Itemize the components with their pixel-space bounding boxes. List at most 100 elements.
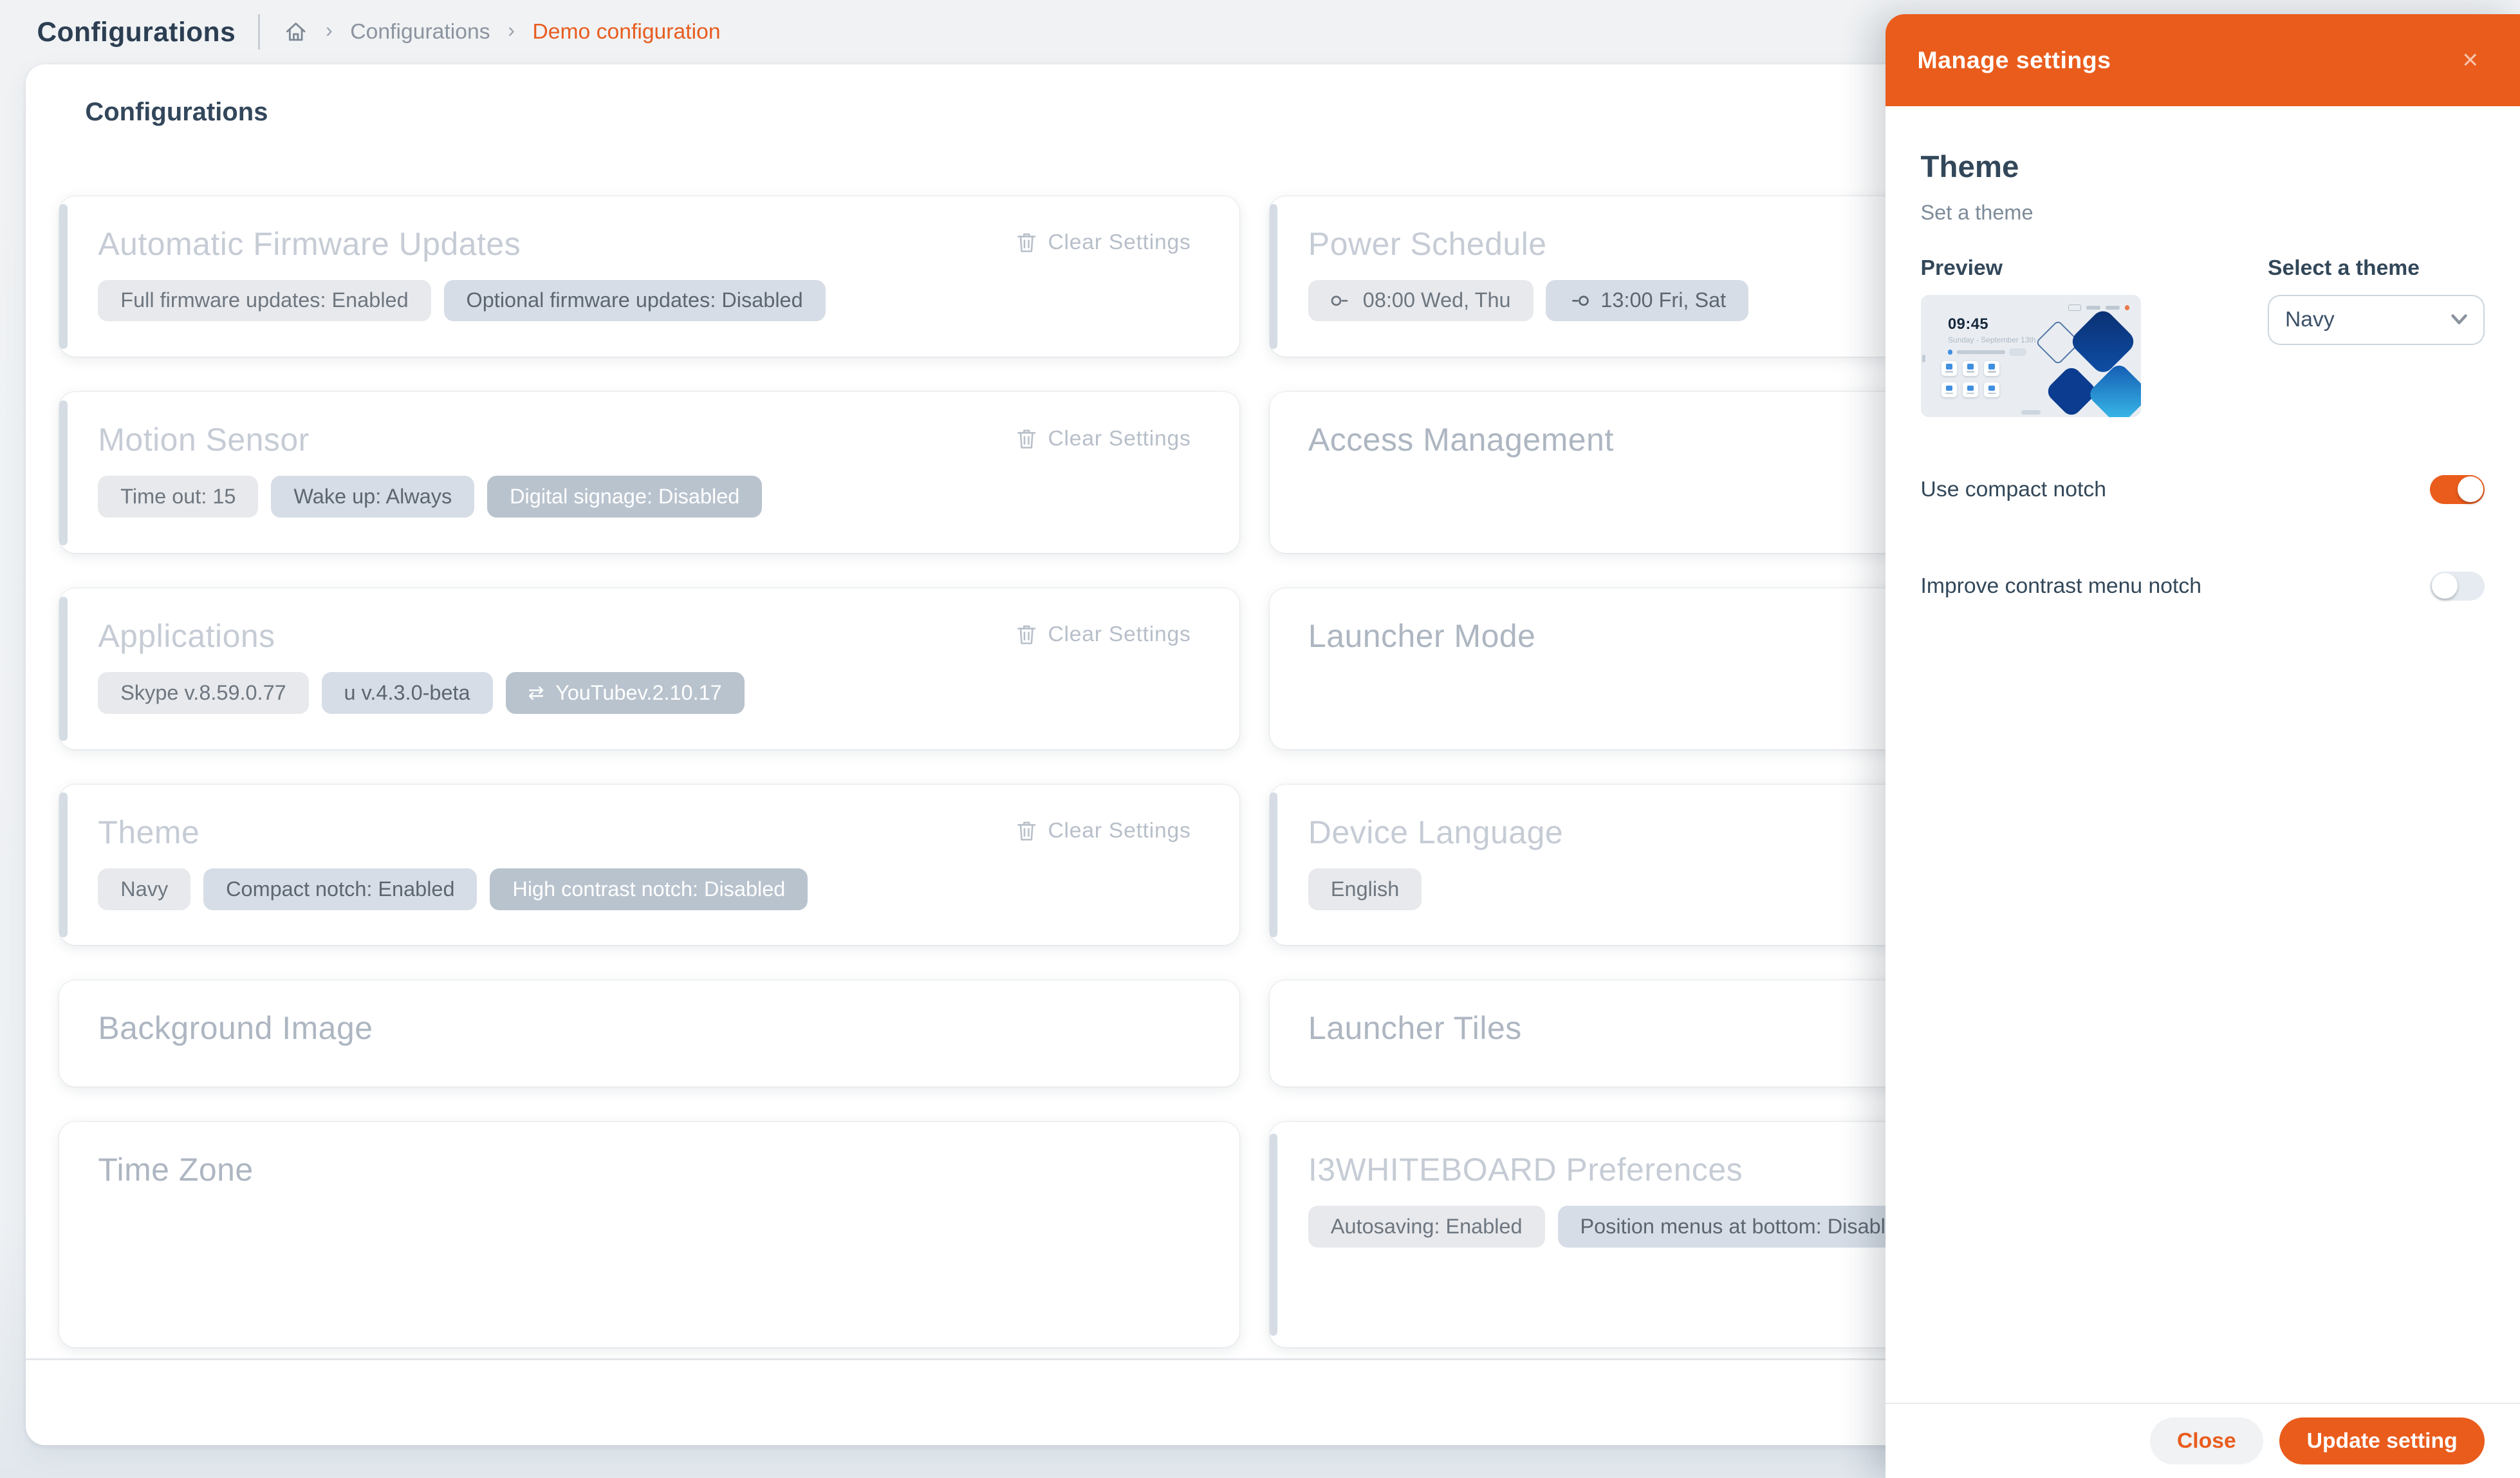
clear-settings-label: Clear Settings [1048,230,1191,255]
compact-notch-label: Use compact notch [1921,477,2106,502]
contrast-menu-notch-toggle[interactable] [2430,572,2485,601]
clear-settings-button[interactable]: Clear Settings [1006,817,1201,845]
trash-icon [1016,231,1037,254]
chevron-down-icon [2451,314,2467,325]
badge-label: Navy [120,877,168,901]
chevron-right-icon: › [326,19,333,42]
swap-icon: ⇄ [528,682,544,704]
theme-preview-image: 09:45 Sunday - September 13th [1921,295,2141,417]
theme-select[interactable]: Navy [2268,295,2485,344]
preview-side-handle [1922,355,1925,362]
top-bar: Configurations › Configurations › Demo c… [0,0,1885,64]
setting-badge: Digital signage: Disabled [487,476,762,518]
breadcrumb-configurations[interactable]: Configurations [350,19,490,44]
power-off-icon [1568,294,1589,308]
preview-label: Preview [1921,256,2141,281]
setting-badge: ⇄ YouTubev.2.10.17 [506,672,745,714]
setting-badge: Full firmware updates: Enabled [98,280,431,322]
settings-badges: Skype v.8.59.0.77 u v.4.3.0-beta ⇄ YouTubev… [98,672,744,714]
settings-badges: Full firmware updates: Enabled Optional f… [98,280,825,322]
breadcrumb: › Configurations › Demo configuration [284,19,721,44]
card-applications[interactable]: ApplicationsClear SettingsSkype v.8.59.0… [59,588,1239,749]
preview-decor-diamond-gradient [2086,362,2141,417]
chevron-right-icon: › [508,19,515,42]
preview-notification [1948,348,2026,356]
update-setting-button[interactable]: Update setting [2279,1417,2485,1464]
preview-statusbar [2068,304,2129,311]
setting-badge: Compact notch: Enabled [203,868,477,910]
close-icon[interactable]: × [2452,45,2488,75]
screen: Configurations › Configurations › Demo c… [0,0,2520,1478]
setting-badge: Time out: 15 [98,476,258,518]
badge-label: English [1331,877,1399,901]
clear-settings-label: Clear Settings [1048,622,1191,647]
setting-badge: English [1308,868,1422,910]
badge-label: YouTubev.2.10.17 [555,681,722,705]
drawer-footer: Close Update setting [1885,1403,2520,1478]
manage-settings-drawer: Manage settings × Theme Set a theme Prev… [1885,14,2520,1478]
app-title: Configurations [37,17,236,48]
setting-badge: u v.4.3.0-beta [322,672,493,714]
card-theme[interactable]: ThemeClear SettingsNavyCompact notch: En… [59,785,1239,946]
home-icon[interactable] [284,20,308,44]
clear-settings-button[interactable]: Clear Settings [1006,424,1201,453]
badge-label: Skype v.8.59.0.77 [120,681,286,705]
breadcrumb-demo-configuration[interactable]: Demo configuration [532,19,720,44]
compact-notch-toggle[interactable] [2430,475,2485,504]
badge-label: Time out: 15 [120,485,236,509]
badge-label: High contrast notch: Disabled [512,877,785,901]
clear-settings-label: Clear Settings [1048,426,1191,451]
theme-select-value: Navy [2285,307,2335,332]
badge-label: u v.4.3.0-beta [344,681,470,705]
clear-settings-button[interactable]: Clear Settings [1006,621,1201,649]
clear-settings-button[interactable]: Clear Settings [1006,229,1201,257]
preview-dock [2021,410,2041,415]
badge-label: Optional firmware updates: Disabled [467,288,803,312]
setting-badge: Wake up: Always [271,476,474,518]
settings-badges: Autosaving: Enabled Position menus at bot… [1308,1206,1931,1248]
setting-badge: Navy [98,868,190,910]
drawer-body: Theme Set a theme Preview 09:45 Sunday -… [1885,106,2520,1403]
trash-icon [1016,819,1037,842]
card-time-zone[interactable]: Time Zone [59,1122,1239,1347]
section-subtitle: Set a theme [1921,201,2485,225]
setting-badge: High contrast notch: Disabled [490,868,808,910]
badge-label: Digital signage: Disabled [510,485,739,509]
preview-decor-diamond-navy [2068,306,2138,377]
trash-icon [1016,427,1037,450]
badge-label: Compact notch: Enabled [226,877,454,901]
settings-badges: Navy Compact notch: Enabled High contrast … [98,868,808,910]
clear-settings-label: Clear Settings [1048,818,1191,843]
badge-label: Wake up: Always [293,485,452,509]
card-motion-sensor[interactable]: Motion SensorClear SettingsTime out: 15W… [59,392,1239,553]
badge-label: Autosaving: Enabled [1331,1215,1523,1239]
select-theme-label: Select a theme [2268,256,2485,281]
preview-app-tiles [1941,361,1999,397]
contrast-menu-notch-label: Improve contrast menu notch [1921,574,2201,599]
card-automatic-firmware-updates[interactable]: Automatic Firmware UpdatesClear Settings… [59,196,1239,357]
settings-badges: 08:00 Wed, Thu 13:00 Fri, Sat [1308,280,1748,322]
setting-badge: Skype v.8.59.0.77 [98,672,308,714]
preview-clock: 09:45 [1948,316,1988,333]
card-background-image[interactable]: Background Image [59,980,1239,1087]
trash-icon [1016,623,1037,646]
close-button[interactable]: Close [2150,1417,2264,1464]
preview-date: Sunday - September 13th [1948,335,2035,344]
setting-badge: Optional firmware updates: Disabled [444,280,826,322]
power-on-icon [1331,294,1351,308]
card-title: Time Zone [98,1151,1200,1188]
badge-label: 13:00 Fri, Sat [1600,288,1726,312]
badge-label: Full firmware updates: Enabled [120,288,408,312]
divider [258,14,259,50]
setting-badge: 08:00 Wed, Thu [1308,280,1533,322]
badge-label: 08:00 Wed, Thu [1363,288,1511,312]
badge-label: Position menus at bottom: Disabled [1580,1215,1909,1239]
section-title: Theme [1921,149,2485,185]
drawer-header: Manage settings × [1885,14,2520,106]
setting-badge: 13:00 Fri, Sat [1546,280,1748,322]
setting-badge: Position menus at bottom: Disabled [1558,1206,1931,1248]
settings-badges: Time out: 15 Wake up: Always Digital signa… [98,476,762,518]
card-title: Background Image [98,1009,1200,1047]
setting-badge: Autosaving: Enabled [1308,1206,1545,1248]
settings-badges: English [1308,868,1422,910]
